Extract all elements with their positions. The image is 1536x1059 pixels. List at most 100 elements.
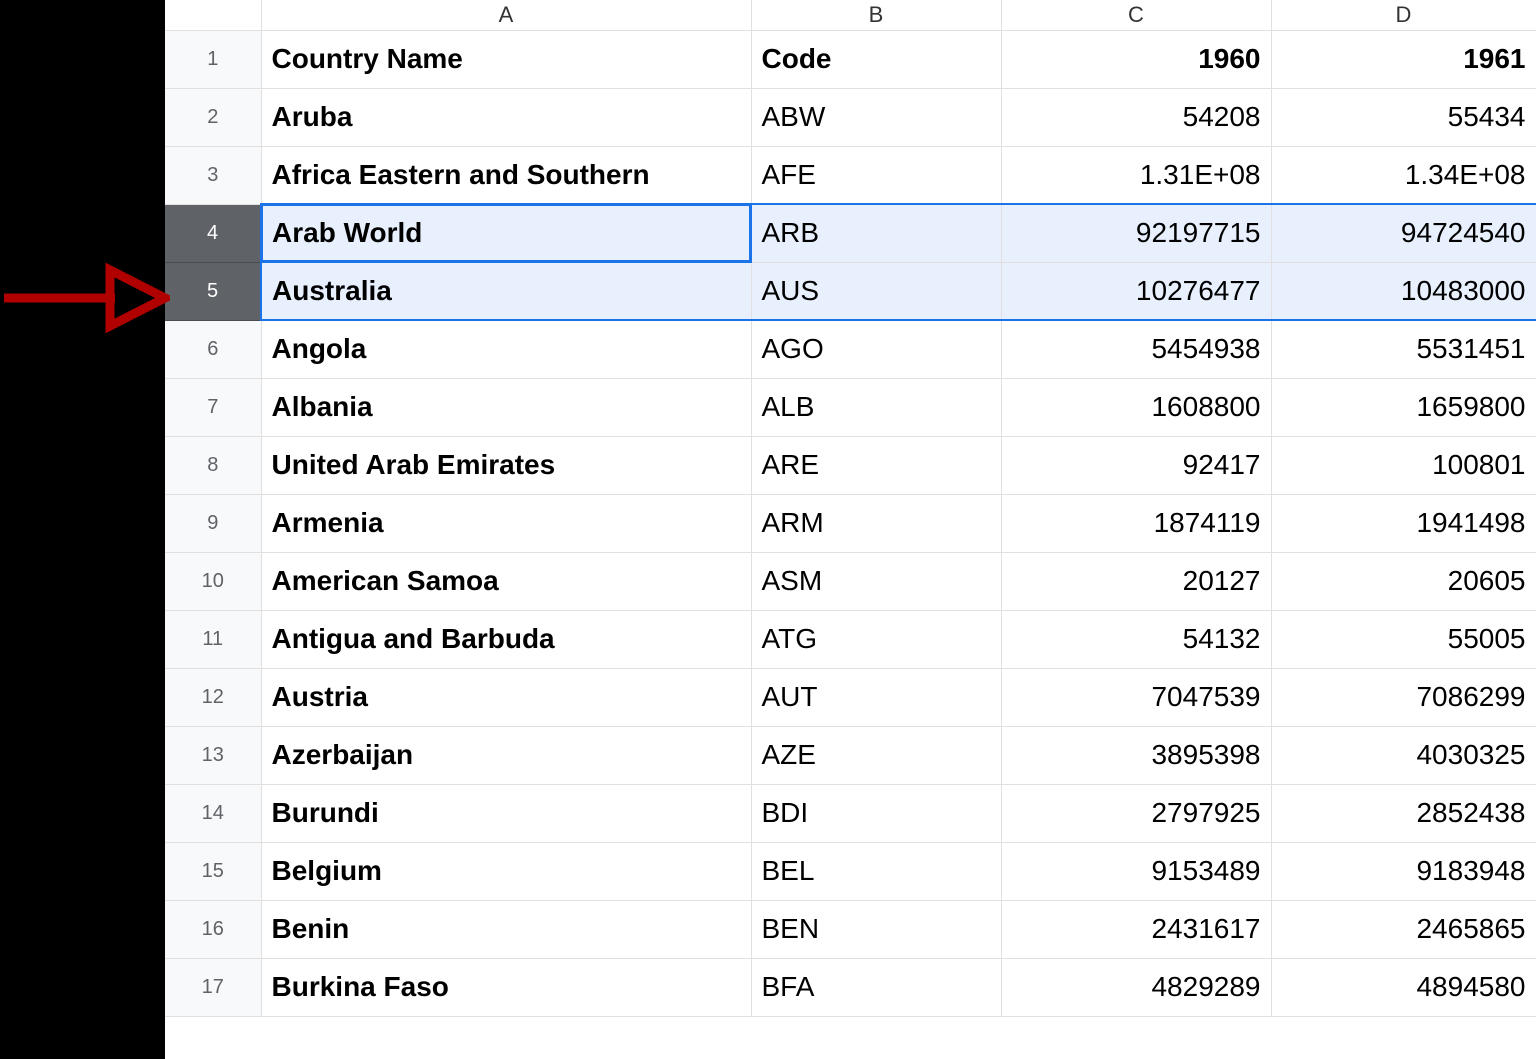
- row-header[interactable]: 17: [165, 958, 261, 1016]
- row-header[interactable]: 5: [165, 262, 261, 320]
- row-header[interactable]: 12: [165, 668, 261, 726]
- cell-C11[interactable]: 54132: [1001, 610, 1271, 668]
- cell-A8[interactable]: United Arab Emirates: [261, 436, 751, 494]
- cell-D15[interactable]: 9183948: [1271, 842, 1536, 900]
- table-row: 15BelgiumBEL91534899183948: [165, 842, 1536, 900]
- cell-D16[interactable]: 2465865: [1271, 900, 1536, 958]
- cell-B11[interactable]: ATG: [751, 610, 1001, 668]
- row-header[interactable]: 4: [165, 204, 261, 262]
- cell-B17[interactable]: BFA: [751, 958, 1001, 1016]
- cell-B4[interactable]: ARB: [751, 204, 1001, 262]
- cell-A9[interactable]: Armenia: [261, 494, 751, 552]
- cell-D17[interactable]: 4894580: [1271, 958, 1536, 1016]
- column-header-A[interactable]: A: [261, 0, 751, 30]
- spreadsheet[interactable]: A B C D 1Country NameCode196019612ArubaA…: [165, 0, 1536, 1059]
- cell-D6[interactable]: 5531451: [1271, 320, 1536, 378]
- cell-B10[interactable]: ASM: [751, 552, 1001, 610]
- row-header[interactable]: 7: [165, 378, 261, 436]
- cell-B7[interactable]: ALB: [751, 378, 1001, 436]
- cell-A5[interactable]: Australia: [261, 262, 751, 320]
- row-header[interactable]: 6: [165, 320, 261, 378]
- grid-table: A B C D 1Country NameCode196019612ArubaA…: [165, 0, 1536, 1017]
- table-row: 9ArmeniaARM18741191941498: [165, 494, 1536, 552]
- cell-C12[interactable]: 7047539: [1001, 668, 1271, 726]
- cell-A3[interactable]: Africa Eastern and Southern: [261, 146, 751, 204]
- cell-B6[interactable]: AGO: [751, 320, 1001, 378]
- column-header-C[interactable]: C: [1001, 0, 1271, 30]
- cell-B12[interactable]: AUT: [751, 668, 1001, 726]
- select-all-corner[interactable]: [165, 0, 261, 30]
- cell-B1[interactable]: Code: [751, 30, 1001, 88]
- row-header[interactable]: 8: [165, 436, 261, 494]
- cell-B2[interactable]: ABW: [751, 88, 1001, 146]
- row-header[interactable]: 15: [165, 842, 261, 900]
- column-header-D[interactable]: D: [1271, 0, 1536, 30]
- cell-C15[interactable]: 9153489: [1001, 842, 1271, 900]
- cell-D1[interactable]: 1961: [1271, 30, 1536, 88]
- cell-B14[interactable]: BDI: [751, 784, 1001, 842]
- cell-D14[interactable]: 2852438: [1271, 784, 1536, 842]
- cell-A7[interactable]: Albania: [261, 378, 751, 436]
- row-header[interactable]: 14: [165, 784, 261, 842]
- cell-B13[interactable]: AZE: [751, 726, 1001, 784]
- cell-C1[interactable]: 1960: [1001, 30, 1271, 88]
- row-header[interactable]: 1: [165, 30, 261, 88]
- cell-A15[interactable]: Belgium: [261, 842, 751, 900]
- cell-A2[interactable]: Aruba: [261, 88, 751, 146]
- cell-B3[interactable]: AFE: [751, 146, 1001, 204]
- cell-D2[interactable]: 55434: [1271, 88, 1536, 146]
- cell-C4[interactable]: 92197715: [1001, 204, 1271, 262]
- column-header-row[interactable]: A B C D: [165, 0, 1536, 30]
- cell-A17[interactable]: Burkina Faso: [261, 958, 751, 1016]
- cell-C9[interactable]: 1874119: [1001, 494, 1271, 552]
- row-header[interactable]: 3: [165, 146, 261, 204]
- cell-C13[interactable]: 3895398: [1001, 726, 1271, 784]
- cell-C17[interactable]: 4829289: [1001, 958, 1271, 1016]
- table-row: 2ArubaABW5420855434: [165, 88, 1536, 146]
- row-header[interactable]: 16: [165, 900, 261, 958]
- table-row: 14BurundiBDI27979252852438: [165, 784, 1536, 842]
- cell-A1[interactable]: Country Name: [261, 30, 751, 88]
- cell-C7[interactable]: 1608800: [1001, 378, 1271, 436]
- row-header[interactable]: 9: [165, 494, 261, 552]
- cell-D9[interactable]: 1941498: [1271, 494, 1536, 552]
- cell-A14[interactable]: Burundi: [261, 784, 751, 842]
- cell-D4[interactable]: 94724540: [1271, 204, 1536, 262]
- table-row: 17Burkina FasoBFA48292894894580: [165, 958, 1536, 1016]
- table-row: 12AustriaAUT70475397086299: [165, 668, 1536, 726]
- cell-A16[interactable]: Benin: [261, 900, 751, 958]
- cell-B16[interactable]: BEN: [751, 900, 1001, 958]
- cell-B15[interactable]: BEL: [751, 842, 1001, 900]
- cell-C2[interactable]: 54208: [1001, 88, 1271, 146]
- cell-A10[interactable]: American Samoa: [261, 552, 751, 610]
- cell-B8[interactable]: ARE: [751, 436, 1001, 494]
- cell-C14[interactable]: 2797925: [1001, 784, 1271, 842]
- table-row: 4Arab WorldARB9219771594724540: [165, 204, 1536, 262]
- cell-C3[interactable]: 1.31E+08: [1001, 146, 1271, 204]
- cell-A13[interactable]: Azerbaijan: [261, 726, 751, 784]
- cell-C10[interactable]: 20127: [1001, 552, 1271, 610]
- cell-A11[interactable]: Antigua and Barbuda: [261, 610, 751, 668]
- column-header-B[interactable]: B: [751, 0, 1001, 30]
- cell-C8[interactable]: 92417: [1001, 436, 1271, 494]
- cell-A12[interactable]: Austria: [261, 668, 751, 726]
- cell-C5[interactable]: 10276477: [1001, 262, 1271, 320]
- cell-D13[interactable]: 4030325: [1271, 726, 1536, 784]
- cell-D11[interactable]: 55005: [1271, 610, 1536, 668]
- row-header[interactable]: 2: [165, 88, 261, 146]
- cell-D8[interactable]: 100801: [1271, 436, 1536, 494]
- cell-A4[interactable]: Arab World: [261, 204, 751, 262]
- cell-C6[interactable]: 5454938: [1001, 320, 1271, 378]
- cell-D3[interactable]: 1.34E+08: [1271, 146, 1536, 204]
- row-header[interactable]: 11: [165, 610, 261, 668]
- row-header[interactable]: 13: [165, 726, 261, 784]
- cell-D7[interactable]: 1659800: [1271, 378, 1536, 436]
- cell-A6[interactable]: Angola: [261, 320, 751, 378]
- cell-B5[interactable]: AUS: [751, 262, 1001, 320]
- cell-D12[interactable]: 7086299: [1271, 668, 1536, 726]
- cell-D10[interactable]: 20605: [1271, 552, 1536, 610]
- cell-C16[interactable]: 2431617: [1001, 900, 1271, 958]
- cell-D5[interactable]: 10483000: [1271, 262, 1536, 320]
- row-header[interactable]: 10: [165, 552, 261, 610]
- cell-B9[interactable]: ARM: [751, 494, 1001, 552]
